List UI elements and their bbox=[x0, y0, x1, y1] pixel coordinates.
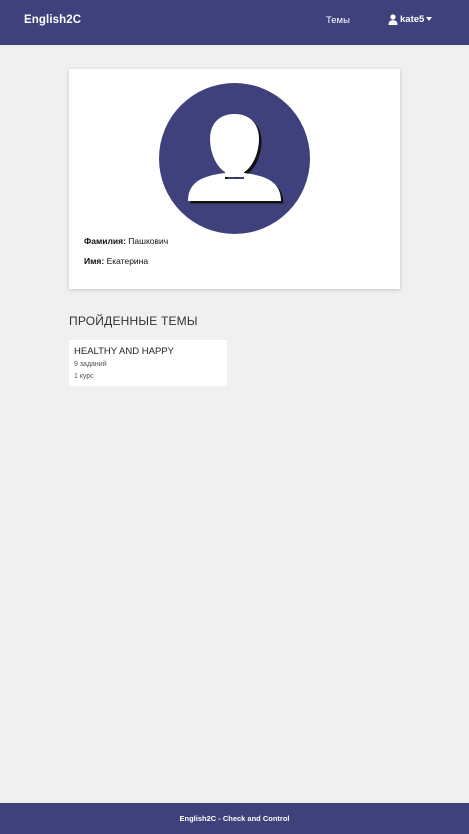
surname-field: Фамилия: Пашкович bbox=[84, 236, 168, 246]
caret-down-icon bbox=[426, 16, 433, 21]
profile-card: Фамилия: Пашкович Имя: Екатерина bbox=[69, 69, 400, 289]
user-menu-dropdown[interactable]: kate5 bbox=[388, 14, 433, 25]
topic-course: 1 курс bbox=[74, 373, 94, 380]
name-field: Имя: Екатерина bbox=[84, 256, 148, 266]
name-value: Екатерина bbox=[106, 256, 149, 266]
username-label: kate5 bbox=[400, 14, 425, 25]
top-navbar: English2C Темы kate5 bbox=[0, 0, 469, 45]
topic-task-count: 9 заданий bbox=[74, 361, 107, 368]
avatar bbox=[159, 83, 310, 234]
brand-logo-link[interactable]: English2C bbox=[24, 14, 81, 26]
surname-value: Пашкович bbox=[128, 236, 169, 246]
topic-card[interactable]: HEALTHY AND HAPPY 9 заданий 1 курс bbox=[69, 340, 227, 386]
name-label: Имя: bbox=[84, 256, 105, 266]
footer: English2C - Check and Control bbox=[0, 803, 469, 834]
topic-title: HEALTHY AND HAPPY bbox=[74, 346, 174, 357]
user-silhouette-icon bbox=[188, 114, 284, 204]
footer-text: English2C - Check and Control bbox=[179, 814, 290, 823]
completed-topics-heading: ПРОЙДЕННЫЕ ТЕМЫ bbox=[69, 314, 198, 328]
user-icon bbox=[388, 14, 398, 25]
nav-topics-link[interactable]: Темы bbox=[326, 15, 350, 26]
surname-label: Фамилия: bbox=[84, 236, 126, 246]
